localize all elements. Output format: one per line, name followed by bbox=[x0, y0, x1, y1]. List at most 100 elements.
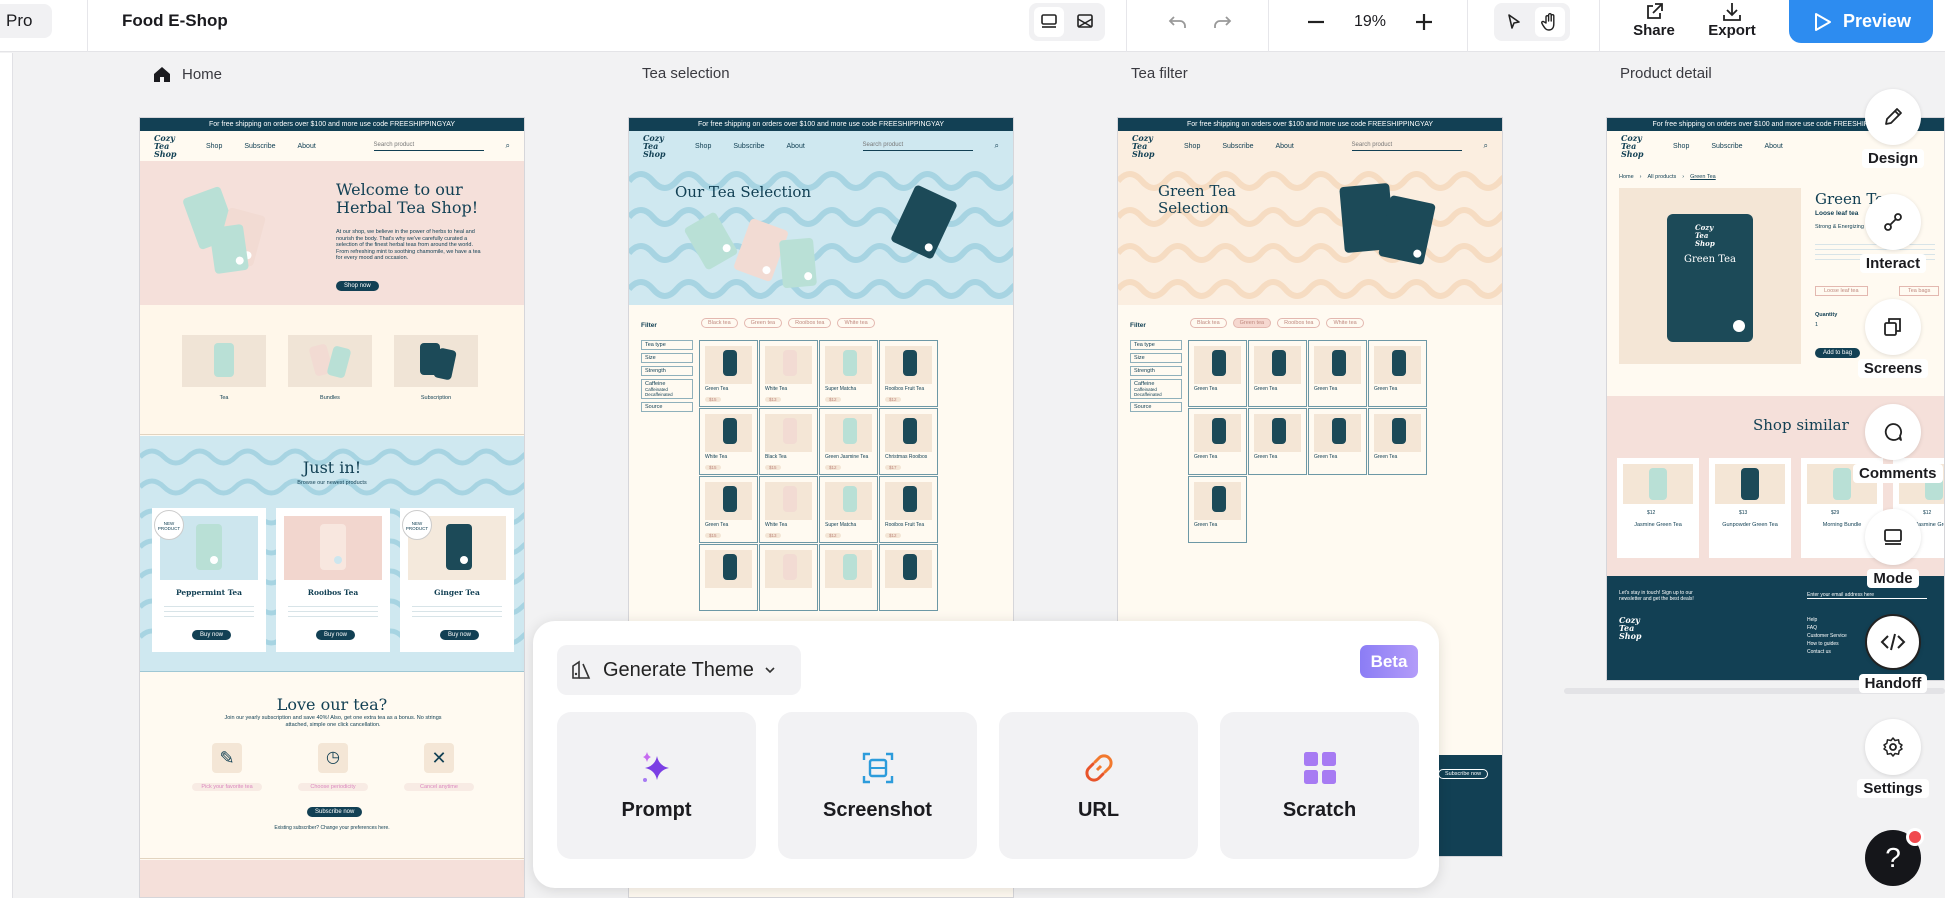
product-name: White Tea bbox=[705, 454, 728, 460]
export-button[interactable]: Export bbox=[1702, 22, 1762, 39]
filter-option: Tea type bbox=[641, 340, 693, 350]
shop-logo: Cozy Tea Shop bbox=[1132, 133, 1155, 159]
product-price: $15 bbox=[705, 533, 721, 538]
undo-icon[interactable] bbox=[1164, 7, 1192, 37]
home-icon bbox=[154, 67, 170, 82]
export-icon[interactable] bbox=[1718, 1, 1746, 23]
preview-button[interactable]: Preview bbox=[1789, 0, 1933, 43]
tea-pack-image bbox=[208, 223, 250, 275]
nav-subscribe: Subscribe bbox=[733, 142, 765, 150]
hero-title: Welcome to our Herbal Tea Shop! bbox=[336, 180, 479, 217]
generate-theme-dropdown[interactable]: Generate Theme bbox=[557, 645, 801, 695]
url-option[interactable]: URL bbox=[999, 712, 1198, 859]
sidebar-item-label: Handoff bbox=[1858, 674, 1928, 693]
category-subscription: Subscription bbox=[420, 395, 452, 401]
sidebar-item-comments[interactable]: Comments bbox=[1853, 404, 1943, 483]
product-grid-cell: Green Tea bbox=[1248, 340, 1307, 407]
product-price: $12 bbox=[825, 465, 841, 470]
frame-title-label: Home bbox=[182, 65, 223, 83]
product-card: NEW PRODUCT Peppermint Tea Buy now bbox=[152, 508, 266, 652]
frame-title-product-detail[interactable]: Product detail bbox=[1620, 65, 1712, 82]
product-grid-cell: Green Tea bbox=[1308, 340, 1367, 407]
dropper-icon: ✎ bbox=[212, 743, 242, 773]
zoom-level[interactable]: 19% bbox=[1350, 11, 1390, 33]
sidebar-item-label: Design bbox=[1861, 149, 1924, 168]
filter-checkbox: Decaffeinated bbox=[1134, 392, 1162, 397]
tea-pack-image bbox=[778, 237, 818, 289]
sidebar-item-label: Interact bbox=[1859, 254, 1927, 273]
filter-option: Size bbox=[641, 353, 693, 363]
product-image bbox=[825, 550, 872, 588]
zoom-out-icon[interactable] bbox=[1302, 7, 1330, 37]
product-image bbox=[1254, 346, 1301, 384]
mock-search: Search product bbox=[862, 142, 973, 151]
redo-icon[interactable] bbox=[1208, 7, 1236, 37]
nav-about: About bbox=[786, 142, 805, 150]
scratch-option[interactable]: Scratch bbox=[1220, 712, 1419, 859]
hero-body: At our shop, we believe in the power of … bbox=[336, 229, 481, 261]
product-price: $17 bbox=[885, 465, 901, 470]
product-grid-cell: Rooibos Fruit Tea $12 bbox=[879, 340, 938, 407]
product-image bbox=[765, 346, 812, 384]
link-icon bbox=[1084, 754, 1113, 782]
generate-theme-label: Generate Theme bbox=[603, 658, 754, 681]
product-image bbox=[885, 414, 932, 452]
shipping-banner: For free shipping on orders over $100 an… bbox=[140, 118, 524, 131]
product-grid-cell: Green Tea bbox=[1188, 340, 1247, 407]
project-name[interactable]: Food E-Shop bbox=[122, 10, 228, 32]
hand-tool-icon[interactable] bbox=[1535, 7, 1565, 37]
buy-now-button: Buy now bbox=[316, 630, 356, 640]
shop-logo: Cozy Tea Shop bbox=[1621, 133, 1644, 159]
mock-search: Search product bbox=[1351, 142, 1462, 151]
product-grid-cell: Green Tea bbox=[1188, 408, 1247, 475]
zoom-in-icon[interactable] bbox=[1410, 7, 1438, 37]
product-grid-cell: Green Tea $15 bbox=[699, 340, 758, 407]
share-button[interactable]: Share bbox=[1624, 22, 1684, 39]
similar-product-price: $12 bbox=[1647, 510, 1656, 516]
sidebar-item-settings[interactable]: Settings bbox=[1853, 719, 1933, 798]
new-product-badge: NEW PRODUCT bbox=[154, 510, 184, 540]
filter-chips: Black tea Green tea Rooibos tea White te… bbox=[701, 318, 875, 328]
prompt-option[interactable]: Prompt bbox=[557, 712, 756, 859]
grid-icon bbox=[1303, 752, 1336, 784]
frame-title-home[interactable]: Home bbox=[152, 65, 222, 83]
product-image bbox=[705, 482, 752, 520]
existing-subscriber-text: Existing subscriber? Change your prefere… bbox=[274, 825, 390, 831]
detail-subtitle: Loose leaf tea bbox=[1815, 210, 1859, 217]
sidebar-item-interact[interactable]: Interact bbox=[1853, 194, 1933, 273]
product-grid-cell: Green Jasmine Tea $12 bbox=[819, 408, 878, 475]
generate-theme-panel: Generate Theme Beta Prompt Screenshot UR… bbox=[533, 621, 1439, 888]
category-tea: Tea bbox=[219, 395, 229, 401]
frame-title-tea-filter[interactable]: Tea filter bbox=[1131, 65, 1188, 82]
chip-active: Green tea bbox=[1232, 318, 1272, 328]
product-grid-cell: Green Tea bbox=[1188, 476, 1247, 543]
product-name: Green Tea bbox=[1314, 454, 1338, 460]
footer-link: Contact us bbox=[1807, 649, 1831, 655]
sidebar-item-mode[interactable]: Mode bbox=[1853, 509, 1933, 588]
chip: White tea bbox=[837, 318, 875, 328]
nav-shop: Shop bbox=[1184, 142, 1201, 150]
sidebar-item-label: Mode bbox=[1867, 569, 1919, 588]
screenshot-option[interactable]: Screenshot bbox=[778, 712, 977, 859]
chip: Black tea bbox=[1190, 318, 1227, 328]
frame-home[interactable]: For free shipping on orders over $100 an… bbox=[139, 117, 525, 898]
plan-badge[interactable]: Pro bbox=[0, 4, 52, 38]
share-icon[interactable] bbox=[1640, 1, 1668, 23]
pointer-icon[interactable] bbox=[1499, 7, 1529, 37]
comment-icon bbox=[1884, 423, 1902, 441]
sidebar-item-screens[interactable]: Screens bbox=[1853, 299, 1933, 378]
step-label: Cancel anytime bbox=[404, 783, 474, 791]
nav-subscribe: Subscribe bbox=[1222, 142, 1254, 150]
product-name: Green Tea bbox=[1194, 386, 1218, 392]
sidebar-item-design[interactable]: Design bbox=[1853, 89, 1933, 168]
desktop-view-icon[interactable] bbox=[1034, 7, 1064, 37]
frame-title-tea-selection[interactable]: Tea selection bbox=[642, 65, 730, 82]
categories-section: Tea Bundles Subscription bbox=[140, 305, 524, 435]
product-grid-cell bbox=[759, 544, 818, 611]
url-label: URL bbox=[1077, 799, 1120, 821]
preview-label: Preview bbox=[1842, 11, 1912, 31]
code-icon bbox=[1880, 633, 1906, 651]
chip: Black tea bbox=[701, 318, 738, 328]
variants-view-icon[interactable] bbox=[1070, 7, 1100, 37]
sidebar-item-handoff[interactable]: Handoff bbox=[1853, 614, 1933, 693]
